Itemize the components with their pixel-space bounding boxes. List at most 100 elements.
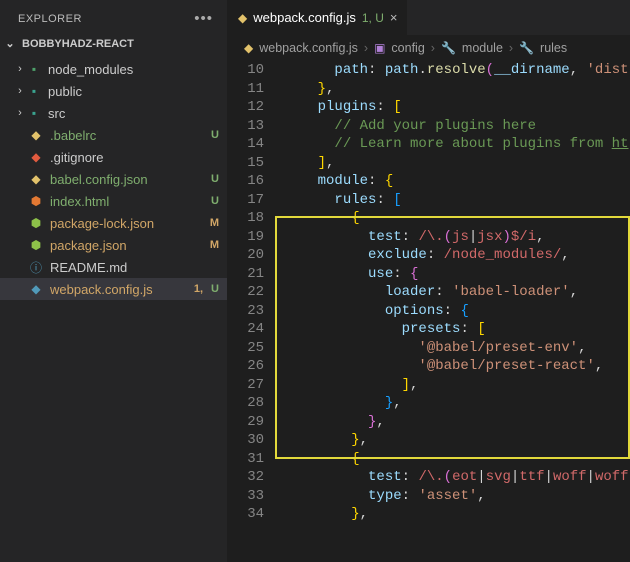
breadcrumb-item[interactable]: webpack.config.js — [259, 41, 358, 55]
line-number: 11 — [228, 80, 264, 99]
cube-icon: ▣ — [374, 41, 385, 55]
code-line[interactable]: presets: [ — [284, 320, 630, 339]
tree-file[interactable]: ⬢index.htmlU — [0, 190, 227, 212]
code-line[interactable]: rules: [ — [284, 191, 630, 210]
git-status-badge: U — [211, 129, 219, 141]
code-line[interactable]: '@babel/preset-env', — [284, 339, 630, 358]
code-line[interactable]: }, — [284, 431, 630, 450]
file-label: package-lock.json — [50, 216, 206, 231]
line-number: 29 — [228, 413, 264, 432]
project-header[interactable]: ⌄ BOBBYHADZ-REACT — [0, 33, 227, 56]
code-line[interactable]: { — [284, 209, 630, 228]
git-status-badge: M — [210, 239, 219, 251]
tree-folder[interactable]: ›▪src — [0, 102, 227, 124]
file-label: src — [48, 106, 219, 121]
line-number: 26 — [228, 357, 264, 376]
line-number: 32 — [228, 468, 264, 487]
tree-file[interactable]: ◆babel.config.jsonU — [0, 168, 227, 190]
line-number: 18 — [228, 209, 264, 228]
line-number: 17 — [228, 191, 264, 210]
code-line[interactable]: test: /\.(js|jsx)$/i, — [284, 228, 630, 247]
code-line[interactable]: options: { — [284, 302, 630, 321]
explorer-title: EXPLORER — [18, 13, 82, 25]
chevron-right-icon: › — [14, 107, 26, 119]
babel-icon: ◆ — [28, 127, 44, 143]
file-label: node_modules — [48, 62, 219, 77]
code-line[interactable]: use: { — [284, 265, 630, 284]
code-line[interactable]: plugins: [ — [284, 98, 630, 117]
code-line[interactable]: // Learn more about plugins from ht — [284, 135, 630, 154]
js-file-icon: ◆ — [238, 11, 247, 25]
breadcrumb-separator: › — [509, 41, 513, 55]
tab-title: webpack.config.js — [253, 10, 356, 25]
tree-file[interactable]: ⬢package-lock.jsonM — [0, 212, 227, 234]
line-number: 12 — [228, 98, 264, 117]
tree-folder[interactable]: ›▪public — [0, 80, 227, 102]
code-line[interactable]: module: { — [284, 172, 630, 191]
tree-file[interactable]: ◆ .babelrc U — [0, 124, 227, 146]
chevron-right-icon: › — [14, 85, 26, 97]
line-number: 24 — [228, 320, 264, 339]
breadcrumb-item[interactable]: module — [462, 41, 503, 55]
close-icon[interactable]: × — [390, 10, 398, 25]
line-number: 22 — [228, 283, 264, 302]
git-status-badge: U — [211, 173, 219, 185]
code-line[interactable]: }, — [284, 413, 630, 432]
folder-icon: ▪ — [26, 61, 42, 77]
explorer-header: EXPLORER ••• — [0, 0, 227, 33]
code-editor[interactable]: 1011121314151617181920212223242526272829… — [228, 61, 630, 562]
tree-folder[interactable]: ›▪ node_modules — [0, 58, 227, 80]
tab-status: 1, U — [362, 11, 384, 25]
line-number: 13 — [228, 117, 264, 136]
js-icon: ◆ — [244, 41, 253, 55]
editor-area: ◆ webpack.config.js 1, U × ◆ webpack.conf… — [228, 0, 630, 562]
tree-file[interactable]: ⬢package.jsonM — [0, 234, 227, 256]
code-line[interactable]: exclude: /node_modules/, — [284, 246, 630, 265]
line-gutter: 1011121314151617181920212223242526272829… — [228, 61, 282, 524]
code-line[interactable]: }, — [284, 505, 630, 524]
file-label: .gitignore — [50, 150, 219, 165]
breadcrumb-item[interactable]: config — [391, 41, 424, 55]
breadcrumb[interactable]: ◆webpack.config.js›▣config›🔧module›🔧rule… — [228, 35, 630, 61]
code-line[interactable]: // Add your plugins here — [284, 117, 630, 136]
breadcrumb-item[interactable]: rules — [540, 41, 567, 55]
code-line[interactable]: loader: 'babel-loader', — [284, 283, 630, 302]
code-line[interactable]: { — [284, 450, 630, 469]
line-number: 16 — [228, 172, 264, 191]
more-icon[interactable]: ••• — [194, 10, 213, 27]
line-number: 28 — [228, 394, 264, 413]
tree-file[interactable]: ⓘ README.md — [0, 256, 227, 278]
npm-icon: ⬢ — [28, 215, 44, 231]
file-label: webpack.config.js — [50, 282, 190, 297]
code-line[interactable]: '@babel/preset-react', — [284, 357, 630, 376]
git-icon: ◆ — [28, 149, 44, 165]
file-label: README.md — [50, 260, 219, 275]
problem-count: 1, — [194, 283, 203, 295]
file-label: index.html — [50, 194, 207, 209]
tab-active[interactable]: ◆ webpack.config.js 1, U × — [228, 0, 408, 35]
wrench-icon: 🔧 — [441, 41, 456, 55]
explorer-sidebar: EXPLORER ••• ⌄ BOBBYHADZ-REACT ›▪node_mo… — [0, 0, 228, 562]
git-status-badge: U — [211, 283, 219, 295]
line-number: 21 — [228, 265, 264, 284]
code-line[interactable]: }, — [284, 394, 630, 413]
file-label: .babelrc — [50, 128, 207, 143]
line-number: 34 — [228, 505, 264, 524]
html-icon: ⬢ — [28, 193, 44, 209]
code-content[interactable]: path: path.resolve(__dirname, 'dist }, p… — [284, 61, 630, 524]
code-line[interactable]: }, — [284, 80, 630, 99]
code-line[interactable]: path: path.resolve(__dirname, 'dist — [284, 61, 630, 80]
code-line[interactable]: type: 'asset', — [284, 487, 630, 506]
code-line[interactable]: ], — [284, 154, 630, 173]
code-line[interactable]: test: /\.(eot|svg|ttf|woff|woff — [284, 468, 630, 487]
line-number: 10 — [228, 61, 264, 80]
tree-file[interactable]: ◆webpack.config.js1,U — [0, 278, 227, 300]
code-line[interactable]: ], — [284, 376, 630, 395]
chevron-down-icon: ⌄ — [4, 37, 16, 50]
chevron-right-icon: › — [14, 63, 26, 75]
info-icon: ⓘ — [28, 259, 44, 275]
file-label: babel.config.json — [50, 172, 207, 187]
tree-file[interactable]: ◆ .gitignore — [0, 146, 227, 168]
line-number: 33 — [228, 487, 264, 506]
folder-icon: ▪ — [26, 83, 42, 99]
